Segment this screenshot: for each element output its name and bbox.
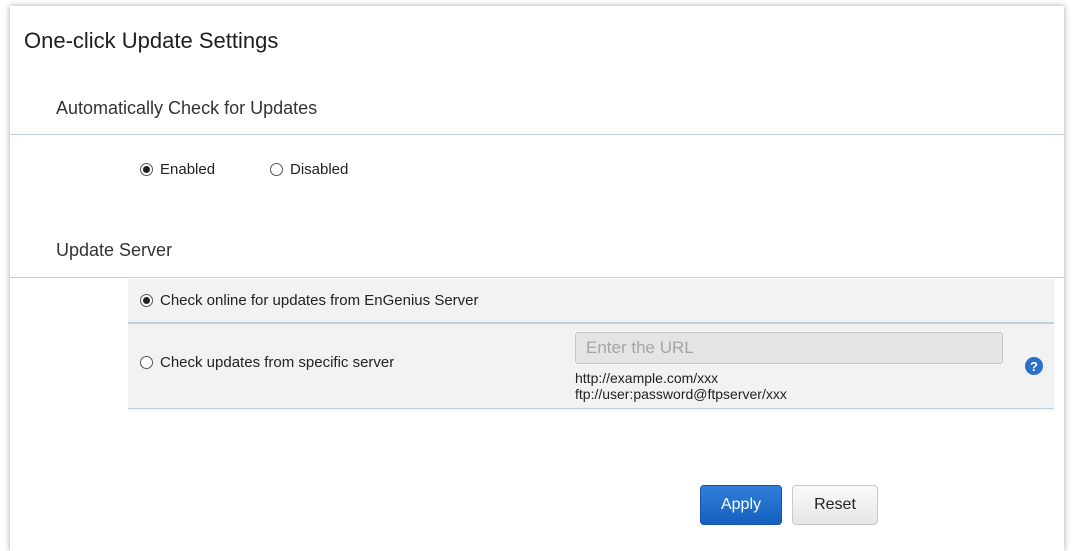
online-server-radio[interactable] bbox=[140, 294, 153, 307]
apply-button[interactable]: Apply bbox=[700, 485, 782, 525]
online-server-label: Check online for updates from EnGenius S… bbox=[160, 292, 479, 309]
specific-server-radio[interactable] bbox=[140, 356, 153, 369]
disabled-label: Disabled bbox=[290, 161, 349, 178]
update-server-box: Check online for updates from EnGenius S… bbox=[128, 279, 1054, 410]
reset-button[interactable]: Reset bbox=[792, 485, 878, 525]
enabled-label: Enabled bbox=[160, 161, 216, 178]
enabled-radio-option[interactable]: Enabled bbox=[140, 161, 215, 178]
ftp-example-hint: ftp://user:password@ftpserver/xxx bbox=[575, 386, 787, 402]
server-url-input[interactable] bbox=[575, 332, 1003, 364]
online-radio-option[interactable]: Check online for updates from EnGenius S… bbox=[140, 292, 479, 309]
online-server-row: Check online for updates from EnGenius S… bbox=[128, 279, 1054, 324]
disabled-radio-option[interactable]: Disabled bbox=[270, 161, 348, 178]
auto-check-heading: Automatically Check for Updates bbox=[56, 98, 318, 118]
specific-server-label: Check updates from specific server bbox=[160, 354, 395, 371]
http-example-hint: http://example.com/xxx bbox=[575, 370, 719, 386]
specific-server-row: Check updates from specific server http:… bbox=[128, 324, 1054, 409]
divider bbox=[10, 277, 1064, 278]
page-title: One-click Update Settings bbox=[24, 28, 279, 53]
disabled-radio[interactable] bbox=[270, 163, 283, 176]
help-icon[interactable]: ? bbox=[1025, 357, 1043, 375]
settings-panel: One-click Update Settings Automatically … bbox=[10, 6, 1064, 551]
specific-radio-option[interactable]: Check updates from specific server bbox=[140, 354, 394, 371]
divider bbox=[10, 134, 1064, 135]
enabled-radio[interactable] bbox=[140, 163, 153, 176]
update-server-heading: Update Server bbox=[56, 240, 173, 260]
